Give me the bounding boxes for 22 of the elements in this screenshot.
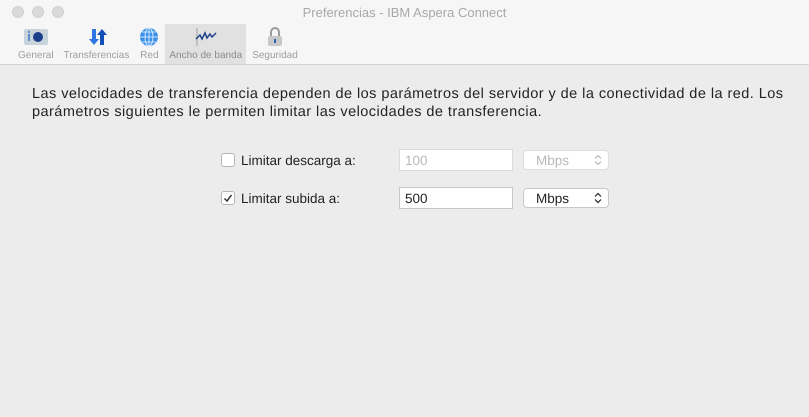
rate-field[interactable]: 500: [399, 187, 513, 209]
unit-select[interactable]: Mbps: [523, 188, 609, 208]
limit-label: Limitar descarga a:: [241, 152, 357, 168]
window-control[interactable]: [32, 6, 44, 18]
globe-icon: [139, 27, 160, 47]
stepper-icon: [594, 154, 602, 166]
toolbar-tab[interactable]: General: [14, 24, 58, 64]
limit-label: Limitar subida a:: [241, 190, 342, 206]
description-text: Las velocidades de transferencia dependen de los parámetros del servidor y de la conectividad de la red. Los parámetros siguientes le permiten limitar las velocidades de transferencia.: [32, 85, 784, 121]
toolbar-tab[interactable]: Red: [135, 24, 164, 64]
graph-icon: [194, 27, 218, 47]
toolbar-tab[interactable]: Ancho de banda: [165, 24, 246, 64]
stepper-icon: [594, 192, 602, 204]
window-title: Preferencias - IBM Aspera Connect: [302, 4, 506, 20]
limit-checkbox[interactable]: [221, 191, 235, 205]
limit-checkbox[interactable]: [221, 153, 235, 167]
lock-icon: [266, 27, 284, 47]
info-icon: [22, 27, 49, 47]
toolbar-tab[interactable]: Transferencias: [60, 24, 134, 64]
window-control[interactable]: [12, 6, 24, 18]
toolbar-tab[interactable]: Seguridad: [248, 24, 302, 64]
window-control[interactable]: [52, 6, 64, 18]
